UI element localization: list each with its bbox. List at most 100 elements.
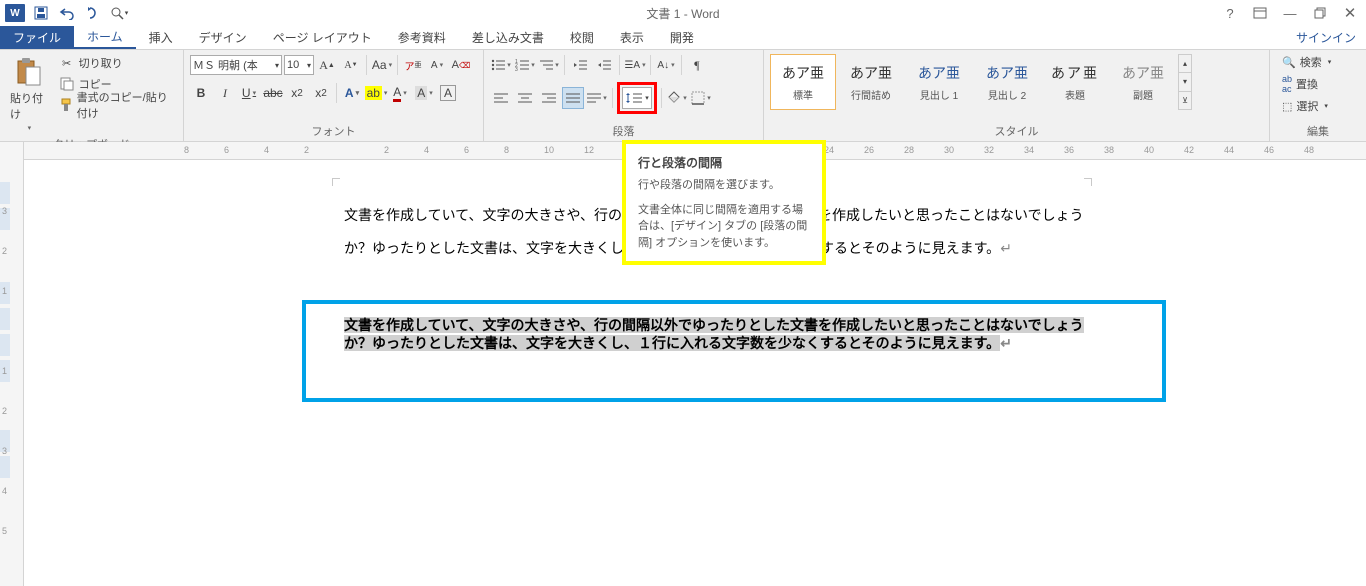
quick-access-toolbar: W ▾ — [0, 2, 130, 24]
font-color-button[interactable]: A — [389, 82, 411, 104]
tooltip-title: 行と段落の間隔 — [638, 154, 810, 171]
decrease-indent-button[interactable] — [569, 54, 591, 76]
tab-home[interactable]: ホーム — [74, 26, 136, 49]
paste-icon — [13, 56, 45, 88]
style-heading1[interactable]: あア亜見出し 1 — [906, 54, 972, 110]
phonetic-guide-button[interactable]: ア亜 — [402, 54, 424, 76]
font-name-combo[interactable]: ＭＳ 明朝 (本▾ — [190, 55, 282, 75]
italic-button[interactable]: I — [214, 82, 236, 104]
group-label-paragraph: 段落 — [490, 121, 757, 139]
justify-button[interactable] — [562, 87, 584, 109]
tab-references[interactable]: 参考資料 — [385, 26, 459, 49]
align-right-button[interactable] — [538, 87, 560, 109]
char-border-button[interactable]: A — [437, 82, 459, 104]
find-icon: 🔍 — [1282, 56, 1296, 69]
word-app-icon[interactable]: W — [4, 2, 26, 24]
paste-button[interactable]: 貼り付け ▾ — [6, 54, 53, 134]
style-title[interactable]: あア亜表題 — [1042, 54, 1108, 110]
ribbon-tabs: ファイル ホーム 挿入 デザイン ページ レイアウト 参考資料 差し込み文書 校… — [0, 26, 1366, 50]
select-icon: ⬚ — [1282, 100, 1292, 113]
tab-file[interactable]: ファイル — [0, 26, 74, 49]
underline-button[interactable]: U — [238, 82, 260, 104]
superscript-button[interactable]: x2 — [310, 82, 332, 104]
undo-icon[interactable] — [56, 2, 78, 24]
tooltip-description: 行や段落の間隔を選びます。 — [638, 177, 810, 194]
numbering-button[interactable]: 123 — [514, 54, 536, 76]
group-label-editing: 編集 — [1276, 121, 1360, 139]
vertical-ruler[interactable]: 32112345 — [0, 142, 24, 586]
close-icon[interactable]: ✕ — [1340, 3, 1360, 23]
style-heading2[interactable]: あア亜見出し 2 — [974, 54, 1040, 110]
workspace: L 32112345 86422468101214161820222426283… — [0, 142, 1366, 586]
page-corner-tr — [1084, 178, 1092, 186]
subscript-button[interactable]: x2 — [286, 82, 308, 104]
group-paragraph: 123 ☰A A↓ ¶ ▾ — [484, 50, 764, 141]
copy-icon — [59, 76, 75, 92]
help-icon[interactable]: ? — [1220, 3, 1240, 23]
tab-insert[interactable]: 挿入 — [136, 26, 186, 49]
title-bar: W ▾ 文書 1 - Word ? — ✕ — [0, 0, 1366, 26]
char-shading-button[interactable]: A — [413, 82, 435, 104]
line-spacing-highlight: ▾ — [617, 82, 657, 114]
line-spacing-button[interactable]: ▾ — [622, 87, 652, 109]
distribute-button[interactable] — [586, 87, 608, 109]
svg-text:3: 3 — [515, 67, 518, 71]
cut-icon: ✂ — [59, 55, 75, 71]
highlight-button[interactable]: ab — [365, 82, 387, 104]
page-corner-tl — [332, 178, 340, 186]
replace-button[interactable]: abac置換 — [1282, 74, 1331, 94]
multilevel-list-button[interactable] — [538, 54, 560, 76]
group-clipboard: 貼り付け ▾ ✂切り取り コピー 書式のコピー/貼り付け クリップボード — [0, 50, 184, 141]
style-subtitle[interactable]: あア亜副題 — [1110, 54, 1176, 110]
tab-view[interactable]: 表示 — [607, 26, 657, 49]
find-button[interactable]: 🔍検索▾ — [1282, 54, 1331, 70]
shading-button[interactable] — [666, 87, 688, 109]
paste-label: 貼り付け — [10, 90, 49, 122]
borders-button[interactable] — [690, 87, 712, 109]
tab-mailings[interactable]: 差し込み文書 — [459, 26, 557, 49]
restore-icon[interactable] — [1310, 3, 1330, 23]
sign-in-link[interactable]: サインイン — [1296, 26, 1356, 49]
align-center-button[interactable] — [514, 87, 536, 109]
font-size-combo[interactable]: 10▾ — [284, 55, 314, 75]
print-preview-icon[interactable]: ▾ — [108, 2, 130, 24]
replace-icon: abac — [1282, 74, 1292, 94]
tab-developer[interactable]: 開発 — [657, 26, 707, 49]
clear-formatting-button[interactable]: A⌫ — [450, 54, 472, 76]
redo-icon[interactable] — [82, 2, 104, 24]
text-effects-button[interactable]: A — [341, 82, 363, 104]
format-painter-button[interactable]: 書式のコピー/貼り付け — [57, 96, 177, 114]
ribbon-display-icon[interactable] — [1250, 3, 1270, 23]
brush-icon — [59, 97, 73, 113]
group-editing: 🔍検索▾ abac置換 ⬚選択▾ 編集 — [1270, 50, 1366, 141]
style-normal[interactable]: あア亜標準 — [770, 54, 836, 110]
change-case-button[interactable]: Aa — [371, 54, 393, 76]
enclose-char-button[interactable]: A — [426, 54, 448, 76]
tooltip-extra: 文書全体に同じ間隔を適用する場合は、[デザイン] タブの [段落の間隔] オプシ… — [638, 202, 810, 252]
show-marks-button[interactable]: ¶ — [686, 54, 708, 76]
tab-design[interactable]: デザイン — [186, 26, 260, 49]
increase-indent-button[interactable] — [593, 54, 615, 76]
styles-more-button[interactable]: ▴ ▾ ⊻ — [1178, 54, 1192, 110]
line-spacing-tooltip: 行と段落の間隔 行や段落の間隔を選びます。 文書全体に同じ間隔を適用する場合は、… — [622, 140, 826, 265]
text-direction-button[interactable]: ☰A — [624, 54, 646, 76]
minimize-icon[interactable]: — — [1280, 3, 1300, 23]
save-icon[interactable] — [30, 2, 52, 24]
style-no-spacing[interactable]: あア亜行間詰め — [838, 54, 904, 110]
window-title: 文書 1 - Word — [646, 5, 719, 22]
group-label-font: フォント — [190, 121, 477, 139]
grow-font-button[interactable]: A▲ — [316, 54, 338, 76]
tab-review[interactable]: 校閲 — [557, 26, 607, 49]
group-label-styles: スタイル — [770, 121, 1263, 139]
sort-button[interactable]: A↓ — [655, 54, 677, 76]
strikethrough-button[interactable]: abc — [262, 82, 284, 104]
select-button[interactable]: ⬚選択▾ — [1282, 98, 1331, 114]
cut-button[interactable]: ✂切り取り — [57, 54, 177, 72]
bold-button[interactable]: B — [190, 82, 212, 104]
shrink-font-button[interactable]: A▼ — [340, 54, 362, 76]
align-left-button[interactable] — [490, 87, 512, 109]
ribbon: 貼り付け ▾ ✂切り取り コピー 書式のコピー/貼り付け クリップボード ＭＳ … — [0, 50, 1366, 142]
bullets-button[interactable] — [490, 54, 512, 76]
tab-layout[interactable]: ページ レイアウト — [260, 26, 385, 49]
paragraph-2-selected[interactable]: 文書を作成していて、文字の大きさや、行の間隔以外でゆったりとした文書を作成したい… — [344, 316, 1084, 352]
